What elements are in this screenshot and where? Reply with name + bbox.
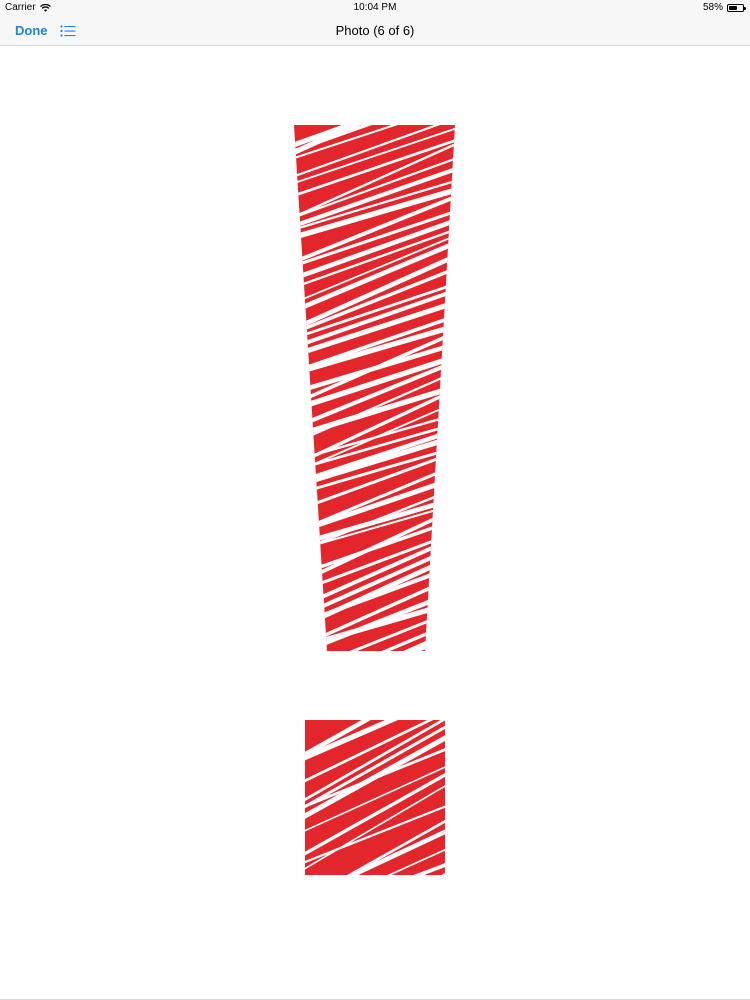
battery-icon: [727, 3, 746, 12]
page-title: Photo (6 of 6): [335, 23, 415, 38]
scribble-stroke: [300, 888, 450, 955]
scribble-stroke: [441, 872, 445, 875]
battery-fill: [729, 5, 737, 10]
scribble-stroke: [280, 658, 470, 716]
status-right: 58%: [702, 2, 746, 13]
battery-percent: 58%: [702, 2, 723, 13]
exclamation-bar: [280, 125, 470, 716]
scribble-stroke: [294, 643, 455, 651]
exclamation-dot: [300, 720, 450, 955]
photo-viewer[interactable]: [0, 47, 750, 1000]
status-time: 10:04 PM: [353, 2, 397, 13]
status-bar: Carrier 10:04 PM 58%: [0, 0, 750, 16]
navigation-bar: Done Photo (6 of 6): [0, 16, 750, 46]
